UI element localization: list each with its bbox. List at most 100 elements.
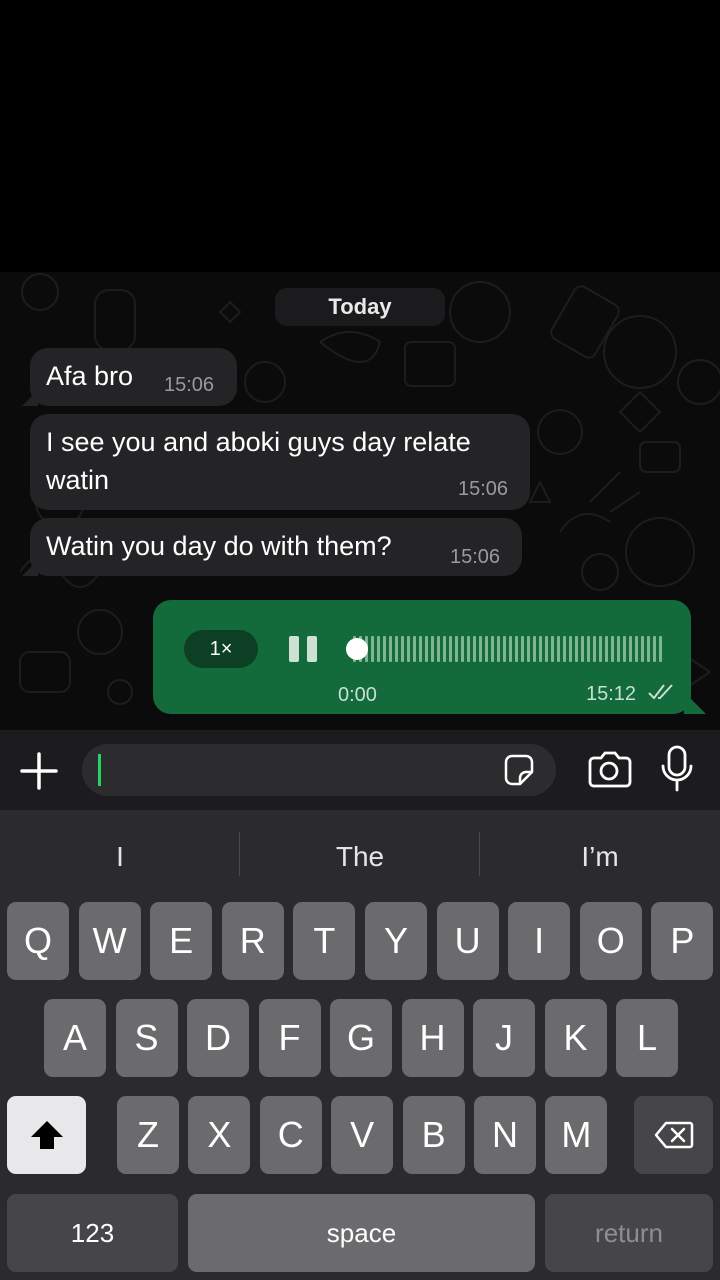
waveform-bar bbox=[611, 636, 614, 662]
key-o[interactable]: O bbox=[579, 902, 642, 980]
numbers-key[interactable]: 123 bbox=[7, 1194, 178, 1272]
waveform-bar bbox=[653, 636, 656, 662]
key-b[interactable]: B bbox=[402, 1096, 465, 1174]
key-f[interactable]: F bbox=[258, 999, 321, 1077]
waveform-bar bbox=[581, 636, 584, 662]
message-text-line2: watin bbox=[46, 465, 110, 495]
key-d[interactable]: D bbox=[187, 999, 249, 1077]
pause-button[interactable] bbox=[289, 636, 317, 662]
delete-key[interactable] bbox=[634, 1096, 713, 1174]
key-e[interactable]: E bbox=[150, 902, 213, 980]
waveform-bar bbox=[533, 636, 536, 662]
key-w[interactable]: W bbox=[78, 902, 141, 980]
key-c[interactable]: C bbox=[259, 1096, 322, 1174]
waveform-bar bbox=[401, 636, 404, 662]
waveform-bar bbox=[539, 636, 542, 662]
suggestion-1[interactable]: I bbox=[0, 834, 240, 880]
space-key[interactable]: space bbox=[188, 1194, 535, 1272]
playback-speed-button[interactable]: 1× bbox=[184, 630, 258, 668]
message-text-field[interactable] bbox=[82, 744, 556, 796]
waveform-bar bbox=[371, 636, 374, 662]
message-text-line1: I see you and aboki guys day relate bbox=[46, 427, 471, 457]
waveform-bar bbox=[413, 636, 416, 662]
waveform-bar bbox=[647, 636, 650, 662]
waveform-bar bbox=[575, 636, 578, 662]
waveform-bar bbox=[443, 636, 446, 662]
chat-area[interactable]: Today Afa bro 15:06 I see you and aboki … bbox=[0, 272, 720, 730]
waveform-bar bbox=[569, 636, 572, 662]
waveform-bar bbox=[497, 636, 500, 662]
waveform-bar bbox=[593, 636, 596, 662]
key-k[interactable]: K bbox=[544, 999, 607, 1077]
waveform-bar bbox=[605, 636, 608, 662]
key-m[interactable]: M bbox=[545, 1096, 608, 1174]
waveform-bar bbox=[629, 636, 632, 662]
waveform-bar bbox=[587, 636, 590, 662]
message-bubble-1[interactable]: Afa bro 15:06 bbox=[30, 348, 237, 406]
shift-key[interactable] bbox=[7, 1096, 86, 1174]
waveform-bar bbox=[641, 636, 644, 662]
waveform-bar bbox=[491, 636, 494, 662]
waveform-bar bbox=[449, 636, 452, 662]
waveform-bar bbox=[527, 636, 530, 662]
key-z[interactable]: Z bbox=[117, 1096, 179, 1174]
key-y[interactable]: Y bbox=[365, 902, 427, 980]
keyboard: I The I’m QWERTYUIOP ASDFGHJKL ZXCVBNM 1… bbox=[0, 810, 720, 1280]
message-input-bar bbox=[0, 730, 720, 810]
voice-message-time: 15:12 bbox=[586, 683, 637, 705]
waveform-bar bbox=[617, 636, 620, 662]
key-h[interactable]: H bbox=[401, 999, 464, 1077]
key-r[interactable]: R bbox=[221, 902, 284, 980]
waveform-bar bbox=[545, 636, 548, 662]
waveform-bar bbox=[485, 636, 488, 662]
sticker-icon[interactable] bbox=[500, 752, 538, 790]
key-s[interactable]: S bbox=[115, 999, 178, 1077]
pause-icon-bar bbox=[307, 636, 317, 662]
waveform-bar bbox=[479, 636, 482, 662]
suggestion-3[interactable]: I’m bbox=[480, 834, 720, 880]
return-key[interactable]: return bbox=[545, 1194, 713, 1272]
key-g[interactable]: G bbox=[330, 999, 392, 1077]
waveform-bar bbox=[557, 636, 560, 662]
waveform-bar bbox=[509, 636, 512, 662]
voice-message-bubble[interactable]: 1× 0:00 15:12 bbox=[153, 600, 691, 714]
double-check-icon bbox=[648, 684, 673, 700]
waveform-bar bbox=[521, 636, 524, 662]
shift-icon bbox=[30, 1121, 63, 1149]
voice-duration: 0:00 bbox=[338, 684, 377, 706]
plus-icon[interactable] bbox=[18, 750, 60, 792]
audio-waveform[interactable] bbox=[353, 634, 665, 664]
waveform-bar bbox=[467, 636, 470, 662]
waveform-bar bbox=[563, 636, 566, 662]
waveform-bar bbox=[425, 636, 428, 662]
waveform-bar bbox=[431, 636, 434, 662]
message-bubble-2[interactable]: I see you and aboki guys day relate wati… bbox=[30, 414, 530, 510]
microphone-icon[interactable] bbox=[660, 744, 694, 794]
key-i[interactable]: I bbox=[508, 902, 571, 980]
waveform-bar bbox=[419, 636, 422, 662]
waveform-bar bbox=[473, 636, 476, 662]
message-time: 15:06 bbox=[450, 546, 501, 568]
message-bubble-3[interactable]: Watin you day do with them? 15:06 bbox=[30, 518, 522, 576]
camera-icon[interactable] bbox=[586, 748, 632, 792]
text-caret bbox=[98, 754, 101, 786]
key-v[interactable]: V bbox=[331, 1096, 394, 1174]
delete-icon bbox=[654, 1121, 693, 1149]
key-j[interactable]: J bbox=[473, 999, 535, 1077]
date-separator: Today bbox=[275, 288, 445, 326]
waveform-bar bbox=[551, 636, 554, 662]
key-p[interactable]: P bbox=[651, 902, 714, 980]
key-l[interactable]: L bbox=[616, 999, 678, 1077]
key-t[interactable]: T bbox=[293, 902, 356, 980]
waveform-bar bbox=[383, 636, 386, 662]
key-u[interactable]: U bbox=[436, 902, 499, 980]
waveform-bar bbox=[635, 636, 638, 662]
key-a[interactable]: A bbox=[44, 999, 106, 1077]
key-x[interactable]: X bbox=[188, 1096, 251, 1174]
key-n[interactable]: N bbox=[474, 1096, 536, 1174]
suggestion-2[interactable]: The bbox=[240, 834, 480, 880]
audio-scrubber-handle[interactable] bbox=[346, 638, 368, 660]
waveform-bar bbox=[437, 636, 440, 662]
key-q[interactable]: Q bbox=[7, 902, 69, 980]
waveform-bar bbox=[389, 636, 392, 662]
